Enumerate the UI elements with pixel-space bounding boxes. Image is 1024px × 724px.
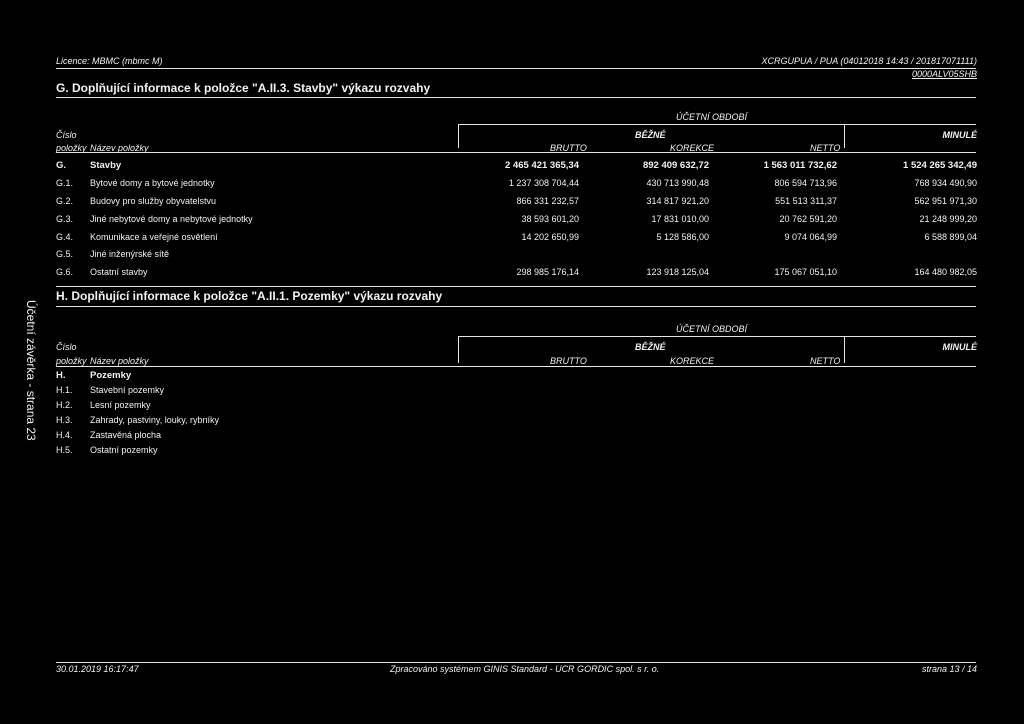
table-row: G. Stavby 2 465 421 365,34 892 409 632,7… — [56, 160, 977, 171]
table-row: H.3. Zahrady, pastviny, louky, rybníky — [56, 415, 220, 425]
footer-page: strana 13 / 14 — [921, 664, 977, 674]
footer-date: 30.01.2019 16:17:47 — [56, 664, 139, 674]
col-ucetni-rule — [458, 336, 976, 337]
col-left-border — [458, 336, 459, 363]
col-minule: MINULÉ — [942, 342, 978, 352]
table-row: H. Pozemky — [56, 370, 132, 381]
col-cislo: Číslo — [56, 130, 77, 140]
table-row: G.1. Bytové domy a bytové jednotky 1 237… — [56, 178, 977, 188]
col-bezne: BĚŽNÉ — [635, 342, 666, 352]
col-ucetni-obdobi: ÚČETNÍ OBDOBÍ — [676, 112, 748, 122]
col-polozky: položky — [56, 356, 87, 366]
section-g-header-rule — [56, 152, 976, 153]
table-row: G.4. Komunikace a veřejné osvětlení 14 2… — [56, 232, 977, 242]
table-row: G.5. Jiné inženýrské sítě — [56, 249, 170, 259]
section-h-rule — [56, 306, 976, 307]
col-netto-border — [844, 336, 845, 363]
footer-rule — [56, 662, 976, 663]
col-minule: MINULÉ — [942, 130, 978, 140]
col-ucetni-obdobi: ÚČETNÍ OBDOBÍ — [676, 324, 748, 334]
section-g-rule — [56, 97, 976, 98]
section-h-top-rule — [56, 286, 976, 287]
section-h-header-rule — [56, 366, 976, 367]
table-row: H.4. Zastavěná plocha — [56, 430, 162, 440]
col-bezne: BĚŽNÉ — [635, 130, 666, 140]
col-netto: NETTO — [810, 356, 841, 366]
table-row: G.3. Jiné nebytové domy a nebytové jedno… — [56, 214, 977, 224]
table-row: H.5. Ostatní pozemky — [56, 445, 158, 455]
section-g-title: G. Doplňující informace k položce "A.II.… — [56, 81, 431, 95]
col-korekce: KOREKCE — [670, 356, 715, 366]
licence-text: Licence: MBMC (mbmc M) — [56, 56, 163, 66]
table-row: G.2. Budovy pro služby obyvatelstvu 866 … — [56, 196, 977, 206]
col-cislo: Číslo — [56, 342, 77, 352]
header-rule — [56, 68, 976, 69]
side-page-label: Účetní závěrka - strana 23 — [24, 300, 38, 441]
table-row: G.6. Ostatní stavby 298 985 176,14 123 9… — [56, 267, 977, 277]
table-row: H.2. Lesní pozemky — [56, 400, 151, 410]
report-code-2: 0000ALV05SHB — [911, 69, 977, 79]
col-nazev: Název položky — [90, 356, 149, 366]
col-netto-border — [844, 124, 845, 148]
table-row: H.1. Stavební pozemky — [56, 385, 165, 395]
section-h-title: H. Doplňující informace k položce "A.II.… — [56, 289, 443, 303]
col-left-border — [458, 124, 459, 148]
col-brutto: BRUTTO — [550, 356, 587, 366]
col-ucetni-rule — [458, 124, 976, 125]
report-code: XCRGUPUA / PUA (04012018 14:43 / 2018170… — [761, 56, 977, 66]
footer-system: Zpracováno systémem GINIS Standard - UCR… — [390, 664, 660, 674]
